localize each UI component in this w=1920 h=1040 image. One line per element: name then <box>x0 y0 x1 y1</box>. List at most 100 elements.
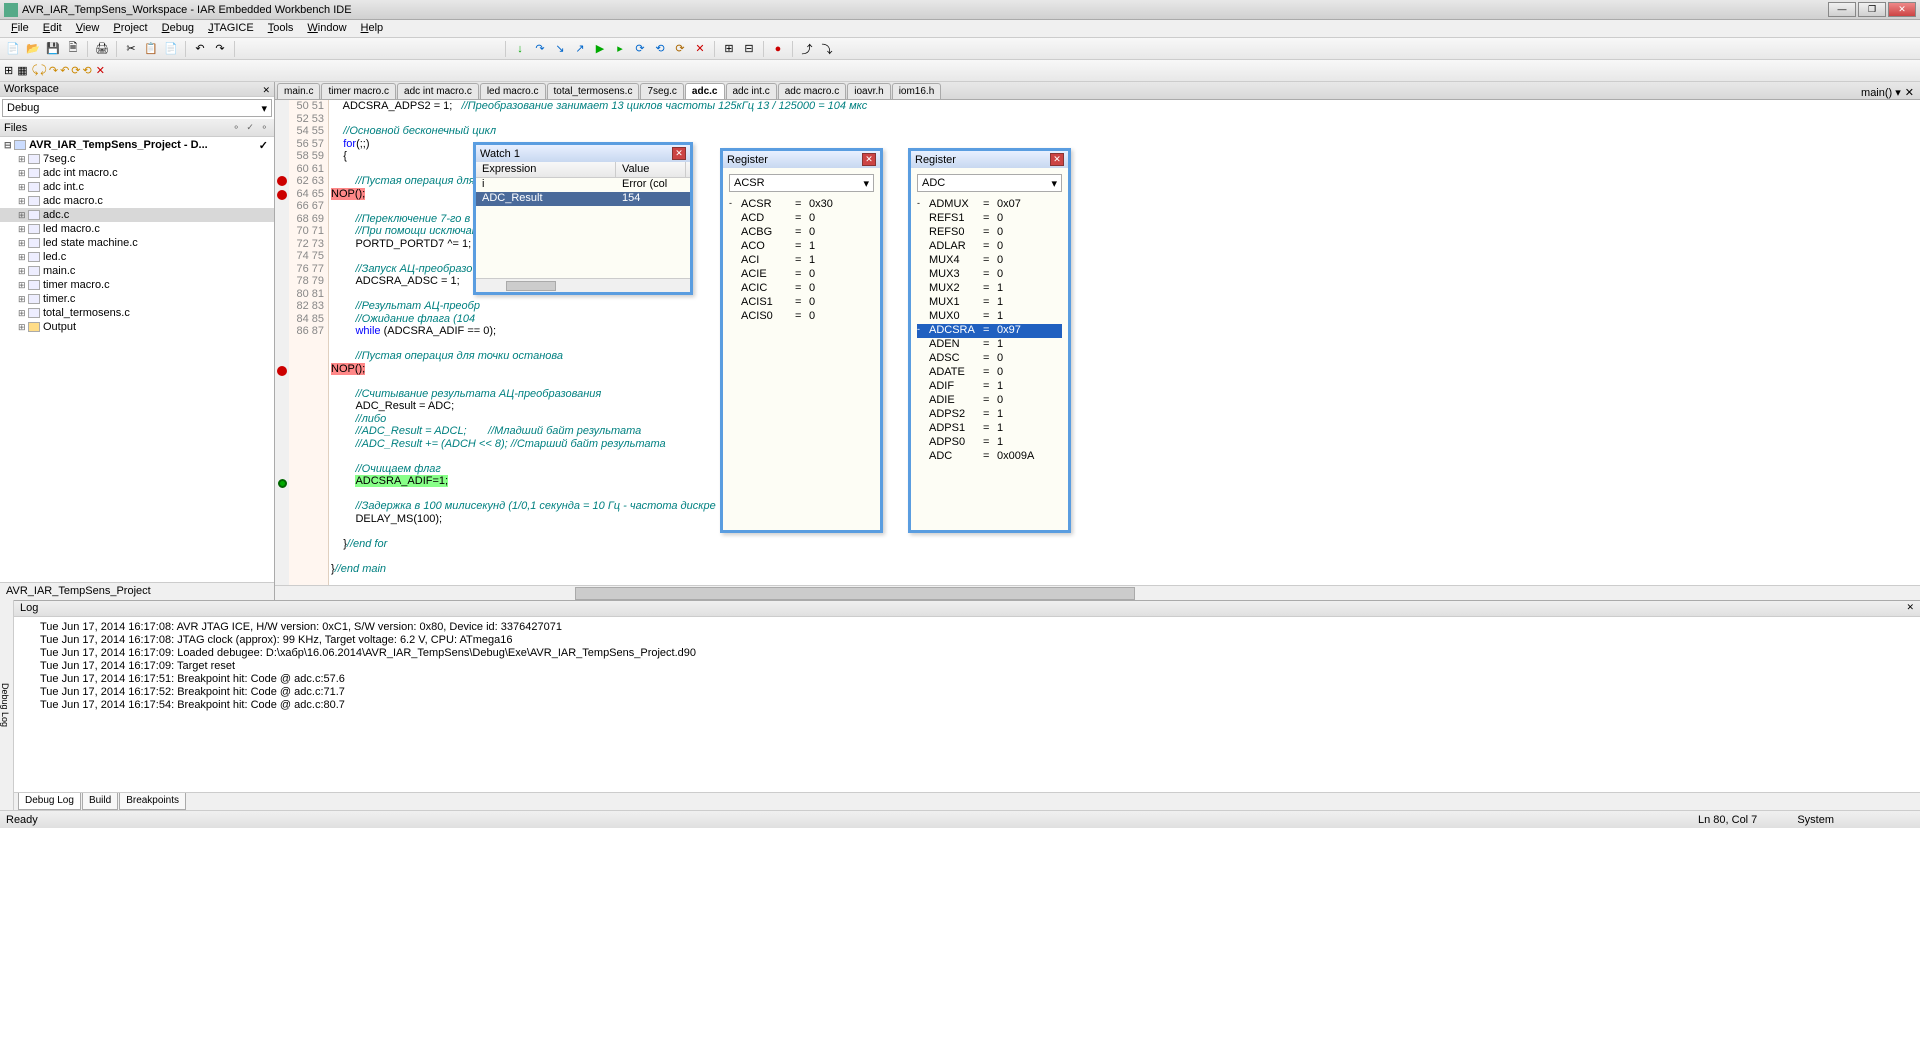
debug2-icon[interactable]: ⊟ <box>740 40 758 58</box>
tab-led-macro-c[interactable]: led macro.c <box>480 83 546 99</box>
undo-icon[interactable]: ↶ <box>191 40 209 58</box>
d1-icon[interactable]: ⊞ <box>4 64 13 77</box>
workspace-close-icon[interactable]: ✕ <box>262 83 270 98</box>
watch-rows[interactable]: iError (col ADC_Result154 <box>476 178 690 278</box>
register-row[interactable]: ADEN=1 <box>917 338 1062 352</box>
d7-icon[interactable]: ⟳ <box>71 64 80 77</box>
register-row[interactable]: ACIS0=0 <box>729 310 874 324</box>
maximize-button[interactable]: ❐ <box>1858 2 1886 17</box>
menu-project[interactable]: Project <box>106 20 154 37</box>
register-row[interactable]: ADPS1=1 <box>917 422 1062 436</box>
register-window-1[interactable]: Register✕ ACSR▾ -ACSR=0x30 ACD=0 ACBG=0 … <box>720 148 883 533</box>
x-icon[interactable]: ⤴ <box>798 40 816 58</box>
tree-item[interactable]: ⊞adc macro.c <box>0 194 274 208</box>
d4-icon[interactable]: ⤸ <box>40 64 47 77</box>
register-row[interactable]: ADIE=0 <box>917 394 1062 408</box>
tab-adc-c[interactable]: adc.c <box>685 83 725 99</box>
stepout-icon[interactable]: ↗ <box>571 40 589 58</box>
runto-icon[interactable]: ▸ <box>611 40 629 58</box>
register-row[interactable]: MUX4=0 <box>917 254 1062 268</box>
tab-total_termosens-c[interactable]: total_termosens.c <box>547 83 640 99</box>
register-row[interactable]: ACIS1=0 <box>729 296 874 310</box>
register-row[interactable]: ADPS0=1 <box>917 436 1062 450</box>
register-row[interactable]: ACD=0 <box>729 212 874 226</box>
tab-ioavr-h[interactable]: ioavr.h <box>847 83 890 99</box>
d3-icon[interactable]: ⤹ <box>32 64 39 77</box>
watch-col-value[interactable]: Value <box>616 162 686 177</box>
register-row[interactable]: ACIE=0 <box>729 268 874 282</box>
watch-scrollbar[interactable] <box>476 278 690 292</box>
bottom-tab-breakpoints[interactable]: Breakpoints <box>119 793 186 810</box>
tree-item[interactable]: ⊞7seg.c <box>0 152 274 166</box>
step-icon[interactable]: ↓ <box>511 40 529 58</box>
breakpoint-gutter[interactable] <box>275 100 289 585</box>
bp-icon[interactable]: ● <box>769 40 787 58</box>
tree-item[interactable]: ⊞timer macro.c <box>0 278 274 292</box>
register-row[interactable]: -ACSR=0x30 <box>729 198 874 212</box>
debug-log-side-tab[interactable]: Debug Log <box>0 600 14 810</box>
register-row[interactable]: ADATE=0 <box>917 366 1062 380</box>
tab-adc-int-c[interactable]: adc int.c <box>726 83 777 99</box>
register-row[interactable]: MUX0=1 <box>917 310 1062 324</box>
menu-tools[interactable]: Tools <box>261 20 301 37</box>
project-root[interactable]: ⊟AVR_IAR_TempSens_Project - D...✓ <box>0 138 274 152</box>
tree-item[interactable]: ⊞led macro.c <box>0 222 274 236</box>
horizontal-scrollbar[interactable] <box>275 585 1920 600</box>
tree-item[interactable]: ⊞main.c <box>0 264 274 278</box>
save-icon[interactable]: 💾 <box>44 40 62 58</box>
tree-item[interactable]: ⊞total_termosens.c <box>0 306 274 320</box>
register-row[interactable]: MUX1=1 <box>917 296 1062 310</box>
register2-combo[interactable]: ADC▾ <box>917 174 1062 192</box>
watch-row[interactable]: ADC_Result154 <box>476 192 690 206</box>
y-icon[interactable]: ⤵ <box>818 40 836 58</box>
open-icon[interactable]: 📂 <box>24 40 42 58</box>
d6-icon[interactable]: ↶ <box>60 64 69 77</box>
register-row[interactable]: -ADCSRA=0x97 <box>917 324 1062 338</box>
redo-icon[interactable]: ↷ <box>211 40 229 58</box>
register-row[interactable]: ADIF=1 <box>917 380 1062 394</box>
tree-item[interactable]: ⊞adc int.c <box>0 180 274 194</box>
d2-icon[interactable]: ▦ <box>17 64 27 77</box>
watch-row[interactable]: iError (col <box>476 178 690 192</box>
register1-close-icon[interactable]: ✕ <box>862 153 876 166</box>
stepover-icon[interactable]: ↷ <box>531 40 549 58</box>
register-window-2[interactable]: Register✕ ADC▾ -ADMUX=0x07 REFS1=0 REFS0… <box>908 148 1071 533</box>
register-row[interactable]: ACI=1 <box>729 254 874 268</box>
d5-icon[interactable]: ↷ <box>49 64 58 77</box>
tab-timer-macro-c[interactable]: timer macro.c <box>321 83 396 99</box>
log-close-icon[interactable]: ✕ <box>1906 602 1914 615</box>
d8-icon[interactable]: ⟲ <box>83 64 92 77</box>
menu-window[interactable]: Window <box>300 20 353 37</box>
watch-col-expression[interactable]: Expression <box>476 162 616 177</box>
stepinto-icon[interactable]: ↘ <box>551 40 569 58</box>
saveall-icon[interactable]: 🗎 <box>64 40 82 58</box>
function-combo[interactable]: main() ▾ <box>1861 86 1901 99</box>
cut-icon[interactable]: ✂ <box>122 40 140 58</box>
delete-icon[interactable]: ✕ <box>96 64 105 77</box>
register-row[interactable]: ADPS2=1 <box>917 408 1062 422</box>
go-icon[interactable]: ⟳ <box>631 40 649 58</box>
register2-close-icon[interactable]: ✕ <box>1050 153 1064 166</box>
watch-window[interactable]: Watch 1✕ Expression Value iError (col AD… <box>473 142 693 295</box>
watch-close-icon[interactable]: ✕ <box>672 147 686 160</box>
register-row[interactable]: ADSC=0 <box>917 352 1062 366</box>
tree-item[interactable]: ⊞adc.c <box>0 208 274 222</box>
register-row[interactable]: ADC=0x009A <box>917 450 1062 464</box>
register-row[interactable]: REFS1=0 <box>917 212 1062 226</box>
register1-combo[interactable]: ACSR▾ <box>729 174 874 192</box>
tree-item[interactable]: ⊞led.c <box>0 250 274 264</box>
stop-icon[interactable]: ✕ <box>691 40 709 58</box>
register-row[interactable]: ACBG=0 <box>729 226 874 240</box>
watch-row[interactable] <box>476 206 690 220</box>
tree-item[interactable]: ⊞adc int macro.c <box>0 166 274 180</box>
menu-edit[interactable]: Edit <box>36 20 69 37</box>
copy-icon[interactable]: 📋 <box>142 40 160 58</box>
refresh-icon[interactable]: ⟲ <box>651 40 669 58</box>
debug-icon[interactable]: ⊞ <box>720 40 738 58</box>
tree-item[interactable]: ⊞timer.c <box>0 292 274 306</box>
log-body[interactable]: Tue Jun 17, 2014 16:17:08: AVR JTAG ICE,… <box>14 617 1920 792</box>
tab-iom16-h[interactable]: iom16.h <box>892 83 942 99</box>
register-row[interactable]: REFS0=0 <box>917 226 1062 240</box>
tab-close-icon[interactable]: ✕ <box>1905 86 1914 99</box>
register-row[interactable]: ACO=1 <box>729 240 874 254</box>
